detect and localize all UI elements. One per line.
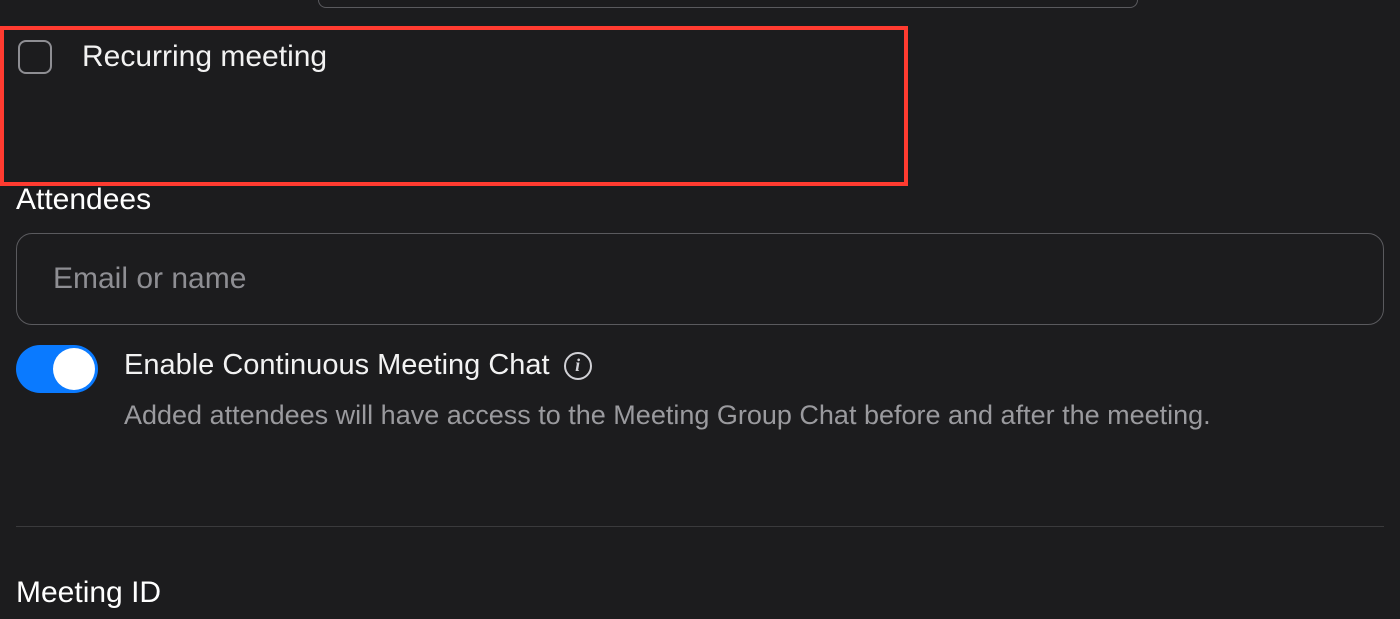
attendees-heading: Attendees (16, 183, 1384, 217)
continuous-chat-label-row: Enable Continuous Meeting Chat i (124, 349, 1384, 382)
meeting-id-heading: Meeting ID (16, 576, 161, 610)
continuous-chat-description: Added attendees will have access to the … (124, 396, 1354, 435)
info-icon[interactable]: i (564, 352, 592, 380)
recurring-meeting-label: Recurring meeting (82, 40, 327, 74)
continuous-chat-toggle[interactable] (16, 345, 98, 393)
attendees-section: Attendees (16, 183, 1384, 325)
attendees-input[interactable] (16, 233, 1384, 325)
continuous-chat-row: Enable Continuous Meeting Chat i Added a… (16, 345, 1384, 435)
section-divider (16, 526, 1384, 527)
recurring-meeting-checkbox[interactable] (18, 40, 52, 74)
toggle-knob (53, 348, 95, 390)
input-border-fragment (318, 0, 1138, 8)
continuous-chat-label: Enable Continuous Meeting Chat (124, 349, 550, 382)
continuous-chat-text: Enable Continuous Meeting Chat i Added a… (124, 345, 1384, 435)
recurring-meeting-row: Recurring meeting (18, 40, 327, 74)
